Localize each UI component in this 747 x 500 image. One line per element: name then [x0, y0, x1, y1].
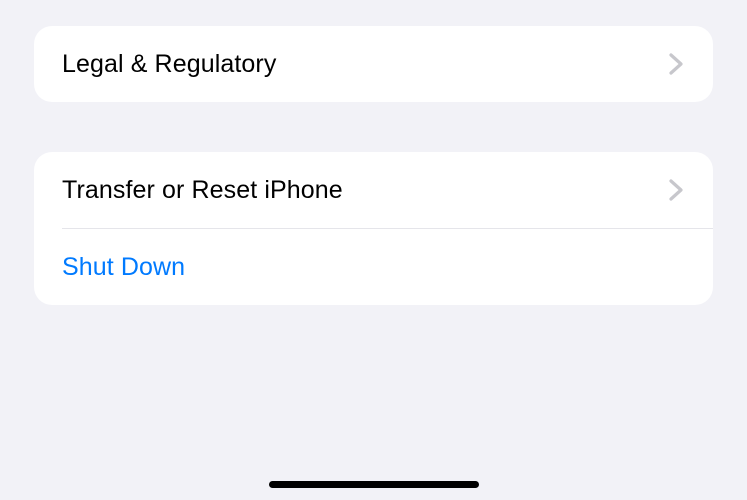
chevron-right-icon: [669, 53, 683, 75]
transfer-or-reset-row[interactable]: Transfer or Reset iPhone: [34, 152, 713, 228]
chevron-right-icon: [669, 179, 683, 201]
transfer-or-reset-label: Transfer or Reset iPhone: [62, 176, 343, 205]
home-indicator[interactable]: [269, 481, 479, 488]
settings-group-reset: Transfer or Reset iPhone Shut Down: [34, 152, 713, 305]
legal-regulatory-row[interactable]: Legal & Regulatory: [34, 26, 713, 102]
settings-list: Legal & Regulatory Transfer or Reset iPh…: [0, 0, 747, 305]
shut-down-label: Shut Down: [62, 253, 185, 282]
shut-down-row[interactable]: Shut Down: [34, 229, 713, 305]
legal-regulatory-label: Legal & Regulatory: [62, 50, 276, 79]
settings-group-legal: Legal & Regulatory: [34, 26, 713, 102]
